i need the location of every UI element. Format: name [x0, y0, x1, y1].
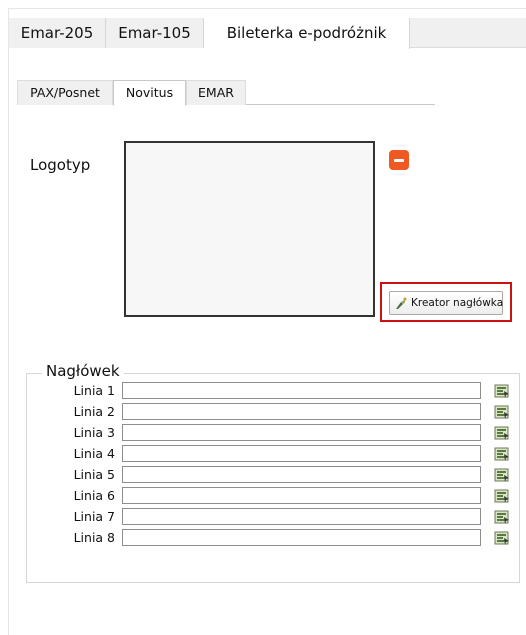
header-line-row: Linia 7	[0, 507, 526, 527]
kreator-naglowka-button[interactable]: Kreator nagłówka	[389, 291, 503, 315]
header-line-label: Linia 6	[73, 488, 115, 503]
insert-field-icon[interactable]	[494, 488, 510, 504]
insert-field-icon[interactable]	[494, 383, 510, 399]
header-line-input[interactable]	[122, 487, 481, 504]
tab-bileterka-e-podroznik[interactable]: Bileterka e-podróżnik	[204, 18, 410, 49]
header-line-label: Linia 3	[73, 425, 115, 440]
header-line-label: Linia 7	[73, 509, 115, 524]
tab-pax-posnet[interactable]: PAX/Posnet	[17, 80, 113, 105]
insert-field-icon[interactable]	[494, 509, 510, 525]
logo-image-box[interactable]	[124, 141, 375, 317]
header-line-row: Linia 2	[0, 402, 526, 422]
tab-emar-205[interactable]: Emar-205	[9, 18, 106, 48]
header-line-input[interactable]	[122, 424, 481, 441]
header-line-row: Linia 4	[0, 444, 526, 464]
header-line-row: Linia 8	[0, 528, 526, 548]
header-line-label: Linia 1	[73, 383, 115, 398]
insert-field-icon[interactable]	[494, 446, 510, 462]
header-line-label: Linia 2	[73, 404, 115, 419]
header-line-row: Linia 1	[0, 381, 526, 401]
header-line-label: Linia 4	[73, 446, 115, 461]
tab-emar[interactable]: EMAR	[186, 80, 246, 105]
header-group-title: Nagłówek	[42, 362, 124, 380]
insert-field-icon[interactable]	[494, 404, 510, 420]
header-line-row: Linia 3	[0, 423, 526, 443]
wizard-icon	[396, 297, 407, 309]
remove-logo-button[interactable]	[389, 150, 409, 170]
insert-field-icon[interactable]	[494, 425, 510, 441]
header-line-input[interactable]	[122, 529, 481, 546]
top-tab-bar: Emar-205 Emar-105 Bileterka e-podróżnik	[9, 18, 526, 49]
tab-novitus[interactable]: Novitus	[113, 80, 186, 106]
logo-label: Logotyp	[30, 156, 91, 174]
header-line-row: Linia 6	[0, 486, 526, 506]
header-line-label: Linia 8	[73, 530, 115, 545]
header-line-input[interactable]	[122, 382, 481, 399]
header-line-row: Linia 5	[0, 465, 526, 485]
header-line-input[interactable]	[122, 445, 481, 462]
header-line-input[interactable]	[122, 508, 481, 525]
header-line-input[interactable]	[122, 403, 481, 420]
insert-field-icon[interactable]	[494, 530, 510, 546]
kreator-button-label: Kreator nagłówka	[411, 297, 504, 309]
header-line-input[interactable]	[122, 466, 481, 483]
sub-tab-bar: PAX/Posnet Novitus EMAR	[17, 80, 435, 106]
insert-field-icon[interactable]	[494, 467, 510, 483]
tab-emar-105[interactable]: Emar-105	[106, 18, 204, 48]
header-line-label: Linia 5	[73, 467, 115, 482]
